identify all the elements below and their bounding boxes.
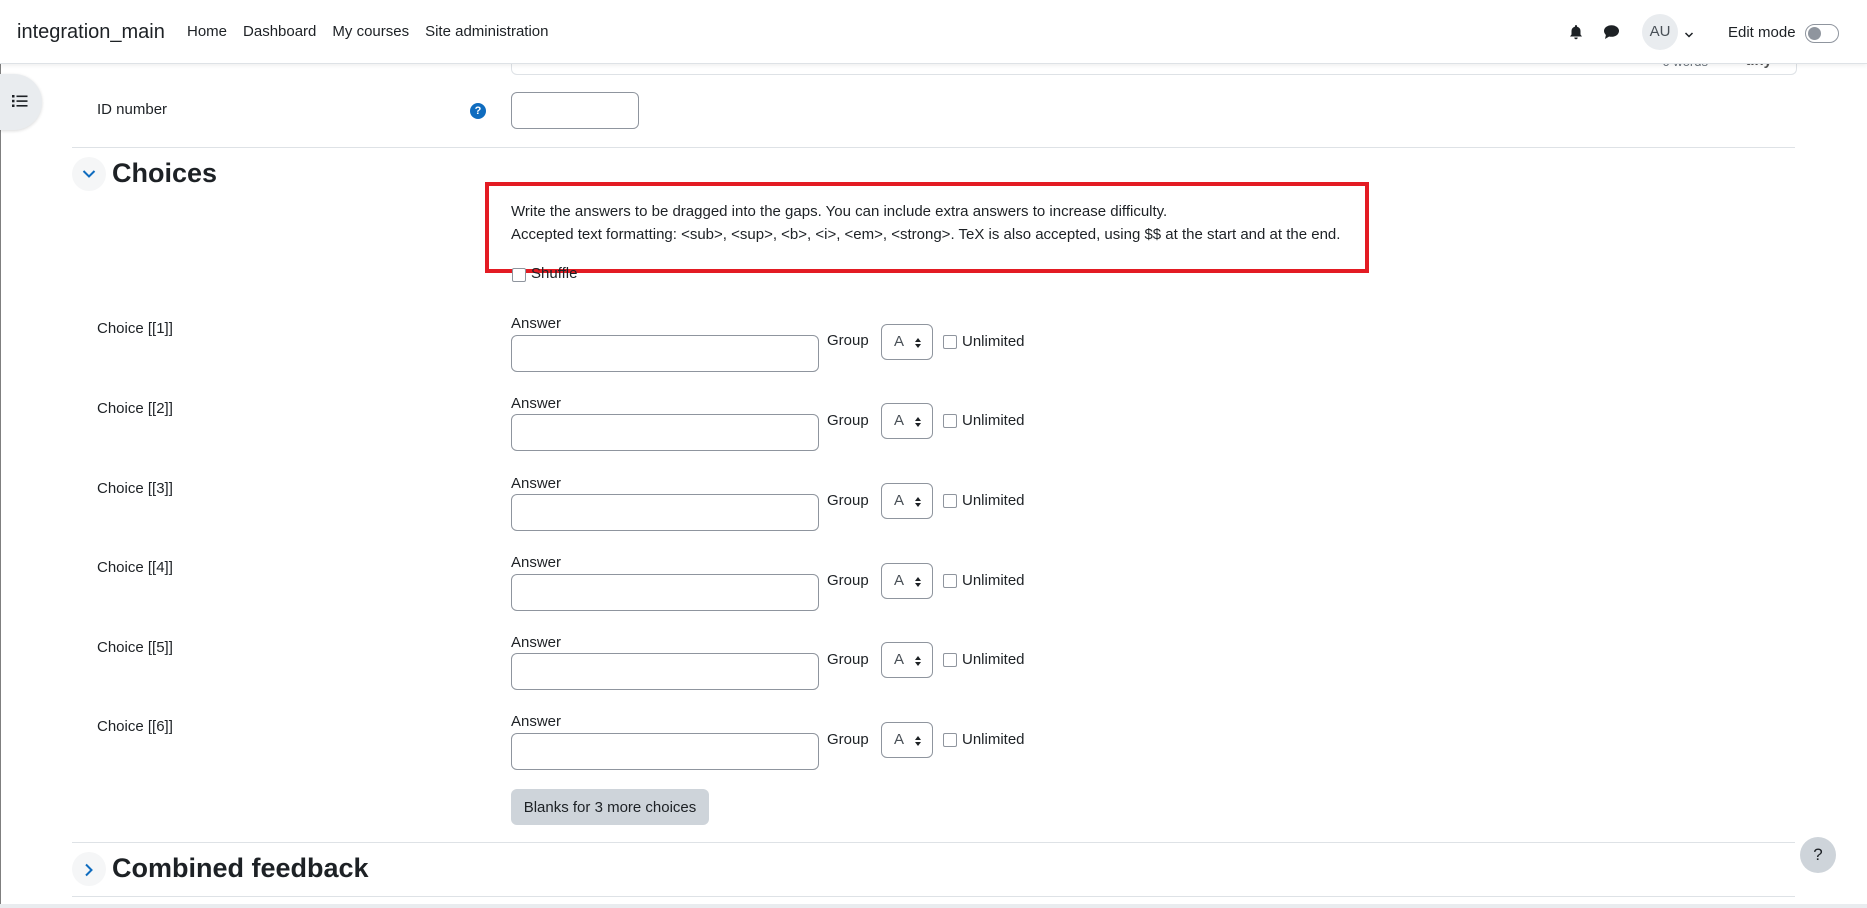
choices-instructions-line2: Accepted text formatting: <sub>, <sup>, … [511,226,1341,243]
unlimited-label: Unlimited [962,492,1025,509]
user-avatar[interactable]: AU [1642,14,1678,50]
group-label: Group [827,412,869,429]
answer-input[interactable] [511,414,819,451]
answer-input[interactable] [511,574,819,611]
sort-arrows-icon [915,736,921,746]
divider [72,842,1795,843]
site-brand[interactable]: integration_main [17,21,165,44]
answer-label: Answer [511,554,562,571]
unlimited-checkbox[interactable] [943,733,957,747]
answer-input[interactable] [511,733,819,770]
unlimited-label: Unlimited [962,572,1025,589]
nav-link-site-administration[interactable]: Site administration [425,23,548,40]
id-number-input[interactable] [511,92,639,129]
top-navbar: integration_main Home Dashboard My cours… [0,0,1867,64]
unlimited-label: Unlimited [962,651,1025,668]
id-number-label: ID number [97,101,168,118]
group-select[interactable]: A [881,722,933,758]
answer-input[interactable] [511,335,819,372]
unlimited-checkbox[interactable] [943,574,957,588]
sort-arrows-icon [915,417,921,427]
group-label: Group [827,332,869,349]
group-select[interactable]: A [881,483,933,519]
choices-collapse-toggle[interactable] [72,157,106,191]
answer-label: Answer [511,634,562,651]
answer-input[interactable] [511,653,819,690]
group-select[interactable]: A [881,642,933,678]
choice-label: Choice [[4]] [97,559,173,576]
combined-feedback-section-title: Combined feedback [112,853,369,883]
divider [72,147,1795,148]
nav-link-dashboard[interactable]: Dashboard [243,23,316,40]
shuffle-checkbox[interactable] [512,268,526,282]
choices-section-title: Choices [112,158,218,188]
unlimited-checkbox[interactable] [943,494,957,508]
add-more-choices-button[interactable]: Blanks for 3 more choices [511,789,709,825]
chevron-down-icon [82,170,96,178]
chevron-down-icon[interactable] [1684,27,1694,38]
help-question-icon[interactable]: ? [470,103,486,119]
group-label: Group [827,731,869,748]
edit-mode-label: Edit mode [1728,24,1796,41]
sort-arrows-icon [915,656,921,666]
group-select-value: A [894,492,905,509]
list-icon [12,95,28,107]
choice-label: Choice [[5]] [97,639,173,656]
sort-arrows-icon [915,577,921,587]
nav-link-my-courses[interactable]: My courses [332,23,409,40]
primary-navigation: Home Dashboard My courses Site administr… [187,23,565,40]
group-select[interactable]: A [881,403,933,439]
group-select-value: A [894,651,905,668]
choice-label: Choice [[6]] [97,718,173,735]
answer-label: Answer [511,475,562,492]
sort-arrows-icon [915,338,921,348]
notification-bell-icon[interactable] [1568,24,1584,40]
answer-label: Answer [511,713,562,730]
nav-link-home[interactable]: Home [187,23,227,40]
messages-chat-icon[interactable] [1603,24,1620,40]
group-select-value: A [894,412,905,429]
unlimited-checkbox[interactable] [943,335,957,349]
choice-label: Choice [[1]] [97,320,173,337]
unlimited-checkbox[interactable] [943,653,957,667]
shuffle-label: Shuffle [531,265,578,282]
answer-input[interactable] [511,494,819,531]
group-select-value: A [894,572,905,589]
unlimited-label: Unlimited [962,412,1025,429]
left-edge-border [0,63,1,908]
answer-label: Answer [511,395,562,412]
sort-arrows-icon [915,497,921,507]
toggle-knob [1808,27,1821,40]
unlimited-checkbox[interactable] [943,414,957,428]
bottom-scroll-edge [0,904,1867,908]
group-select-value: A [894,333,905,350]
choices-instructions-line1: Write the answers to be dragged into the… [511,203,1168,220]
course-index-drawer-toggle[interactable] [0,74,42,130]
edit-mode-toggle[interactable] [1805,24,1839,43]
group-label: Group [827,572,869,589]
group-select[interactable]: A [881,324,933,360]
chevron-right-icon [85,863,93,877]
combined-feedback-expand-toggle[interactable] [72,852,106,886]
group-select-value: A [894,731,905,748]
unlimited-label: Unlimited [962,333,1025,350]
unlimited-label: Unlimited [962,731,1025,748]
group-label: Group [827,651,869,668]
group-label: Group [827,492,869,509]
group-select[interactable]: A [881,563,933,599]
help-button[interactable]: ? [1800,837,1836,873]
choice-label: Choice [[2]] [97,400,173,417]
divider [72,896,1795,897]
answer-label: Answer [511,315,562,332]
choice-label: Choice [[3]] [97,480,173,497]
